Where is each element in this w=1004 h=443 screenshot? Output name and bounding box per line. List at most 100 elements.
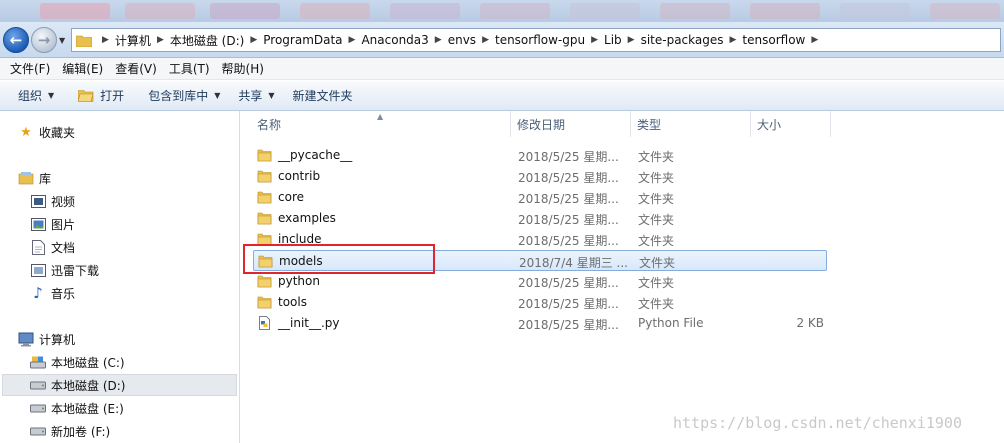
- library-icon: [18, 170, 34, 186]
- sidebar-item-label: 新加卷 (F:): [51, 424, 111, 439]
- breadcrumb-item-site-packages[interactable]: site-packages: [641, 33, 724, 47]
- sidebar-item-drive-c[interactable]: 本地磁盘 (C:): [30, 351, 125, 373]
- open-folder-icon: [78, 90, 94, 102]
- file-name: __pycache__: [278, 148, 353, 162]
- file-row[interactable]: core 2018/5/25 星期... 文件夹: [253, 187, 827, 208]
- folder-icon: [257, 296, 272, 309]
- chevron-down-icon: ▼: [214, 91, 221, 100]
- breadcrumb-item-envs[interactable]: envs: [448, 33, 476, 47]
- file-type: 文件夹: [638, 276, 675, 290]
- sidebar-item-music[interactable]: ♪ 音乐: [30, 282, 75, 304]
- column-header-name[interactable]: 名称: [251, 111, 511, 137]
- sidebar-item-label: 音乐: [51, 286, 76, 301]
- sidebar-item-documents[interactable]: 文档: [30, 236, 75, 258]
- navigation-pane: ★ 收藏夹 库 视频 图片 文档 迅雷下载 ♪ 音乐 计算机 本地磁盘 (C:)…: [0, 111, 240, 443]
- file-modified-date: 2018/5/25 星期...: [518, 171, 619, 185]
- chevron-right-icon[interactable]: ▶: [250, 35, 257, 45]
- file-type: 文件夹: [638, 192, 675, 206]
- file-type: Python File: [638, 316, 704, 330]
- sidebar-item-videos[interactable]: 视频: [30, 190, 75, 212]
- file-row[interactable]: examples 2018/5/25 星期... 文件夹: [253, 208, 827, 229]
- file-row[interactable]: tools 2018/5/25 星期... 文件夹: [253, 292, 827, 313]
- breadcrumb-item-lib[interactable]: Lib: [604, 33, 622, 47]
- chevron-right-icon[interactable]: ▶: [591, 35, 598, 45]
- breadcrumb-item-drive-d[interactable]: 本地磁盘 (D:): [170, 32, 244, 49]
- chevron-right-icon[interactable]: ▶: [102, 35, 109, 45]
- file-size: 2 KB: [796, 316, 824, 330]
- menu-help[interactable]: 帮助(H): [216, 60, 270, 77]
- sidebar-item-label: 本地磁盘 (C:): [51, 355, 125, 370]
- breadcrumb-item-tensorflow[interactable]: tensorflow: [742, 33, 805, 47]
- file-modified-date: 2018/5/25 星期...: [518, 192, 619, 206]
- menu-tools[interactable]: 工具(T): [163, 60, 216, 77]
- new-folder-button[interactable]: 新建文件夹: [285, 84, 361, 108]
- file-type: 文件夹: [638, 150, 675, 164]
- chevron-right-icon[interactable]: ▶: [482, 35, 489, 45]
- sidebar-item-label: 文档: [51, 240, 76, 255]
- breadcrumb-item-anaconda3[interactable]: Anaconda3: [361, 33, 428, 47]
- system-drive-icon: [30, 354, 46, 370]
- sidebar-item-label: 图片: [51, 217, 76, 232]
- folder-icon: [257, 170, 272, 183]
- python-file-icon: [259, 316, 270, 330]
- file-name: examples: [278, 211, 336, 225]
- address-bar[interactable]: ▶ 计算机 ▶ 本地磁盘 (D:) ▶ ProgramData ▶ Anacon…: [71, 28, 1001, 52]
- sidebar-item-computer[interactable]: 计算机: [18, 328, 75, 350]
- file-row[interactable]: contrib 2018/5/25 星期... 文件夹: [253, 166, 827, 187]
- sidebar-item-label: 计算机: [39, 332, 76, 347]
- column-header-modified[interactable]: 修改日期: [511, 111, 631, 137]
- file-row[interactable]: python 2018/5/25 星期... 文件夹: [253, 271, 827, 292]
- sidebar-item-thunder-downloads[interactable]: 迅雷下载: [30, 259, 99, 281]
- file-type: 文件夹: [638, 171, 675, 185]
- column-header-label: 名称: [257, 117, 282, 132]
- chevron-right-icon[interactable]: ▶: [811, 35, 818, 45]
- drive-icon: [30, 400, 46, 416]
- include-in-library-button[interactable]: 包含到库中 ▼: [140, 84, 228, 108]
- computer-icon: [18, 331, 34, 347]
- menu-bar: 文件(F) 编辑(E) 查看(V) 工具(T) 帮助(H): [0, 58, 1004, 80]
- sidebar-item-drive-d[interactable]: 本地磁盘 (D:): [2, 374, 237, 396]
- file-row[interactable]: __init__.py 2018/5/25 星期... Python File 2 K…: [253, 313, 827, 334]
- column-header-size[interactable]: 大小: [751, 111, 831, 137]
- breadcrumb-item-computer[interactable]: 计算机: [115, 32, 151, 49]
- document-icon: [30, 239, 46, 255]
- navigation-bar: ← → ▼ ▶ 计算机 ▶ 本地磁盘 (D:) ▶ ProgramData ▶ …: [0, 22, 1004, 58]
- back-button[interactable]: ←: [3, 27, 29, 53]
- breadcrumb-item-tensorflow-gpu[interactable]: tensorflow-gpu: [495, 33, 585, 47]
- sidebar-item-drive-e[interactable]: 本地磁盘 (E:): [30, 397, 124, 419]
- share-button[interactable]: 共享 ▼: [230, 84, 282, 108]
- sidebar-item-favorites[interactable]: ★ 收藏夹: [18, 121, 75, 143]
- chevron-right-icon[interactable]: ▶: [628, 35, 635, 45]
- watermark: https://blog.csdn.net/chenxi1900: [673, 414, 962, 432]
- folder-icon: [257, 149, 272, 162]
- file-modified-date: 2018/5/25 星期...: [518, 150, 619, 164]
- menu-file[interactable]: 文件(F): [4, 60, 56, 77]
- chevron-right-icon[interactable]: ▶: [157, 35, 164, 45]
- download-folder-icon: [30, 262, 46, 278]
- chevron-right-icon[interactable]: ▶: [349, 35, 356, 45]
- organize-button[interactable]: 组织 ▼: [10, 84, 62, 108]
- file-type: 文件夹: [638, 234, 675, 248]
- menu-edit[interactable]: 编辑(E): [56, 60, 109, 77]
- recent-pages-dropdown[interactable]: ▼: [59, 36, 65, 45]
- file-row[interactable]: __pycache__ 2018/5/25 星期... 文件夹: [253, 145, 827, 166]
- open-button[interactable]: 打开: [70, 84, 132, 108]
- sidebar-item-drive-f[interactable]: 新加卷 (F:): [30, 420, 110, 442]
- forward-button[interactable]: →: [31, 27, 57, 53]
- column-header-label: 类型: [637, 117, 662, 132]
- file-name: core: [278, 190, 304, 204]
- open-label: 打开: [100, 89, 125, 103]
- chevron-right-icon[interactable]: ▶: [435, 35, 442, 45]
- breadcrumb-item-programdata[interactable]: ProgramData: [263, 33, 342, 47]
- chevron-right-icon[interactable]: ▶: [730, 35, 737, 45]
- column-header-type[interactable]: 类型: [631, 111, 751, 137]
- menu-view[interactable]: 查看(V): [109, 60, 163, 77]
- sidebar-item-label: 收藏夹: [39, 125, 76, 140]
- sidebar-item-libraries[interactable]: 库: [18, 167, 51, 189]
- column-header-label: 修改日期: [517, 117, 566, 132]
- sidebar-item-pictures[interactable]: 图片: [30, 213, 75, 235]
- chevron-down-icon: ▼: [48, 91, 55, 100]
- highlight-box: [243, 244, 435, 274]
- sidebar-item-label: 本地磁盘 (D:): [51, 378, 126, 393]
- breadcrumb: 计算机 ▶ 本地磁盘 (D:) ▶ ProgramData ▶ Anaconda…: [115, 32, 824, 49]
